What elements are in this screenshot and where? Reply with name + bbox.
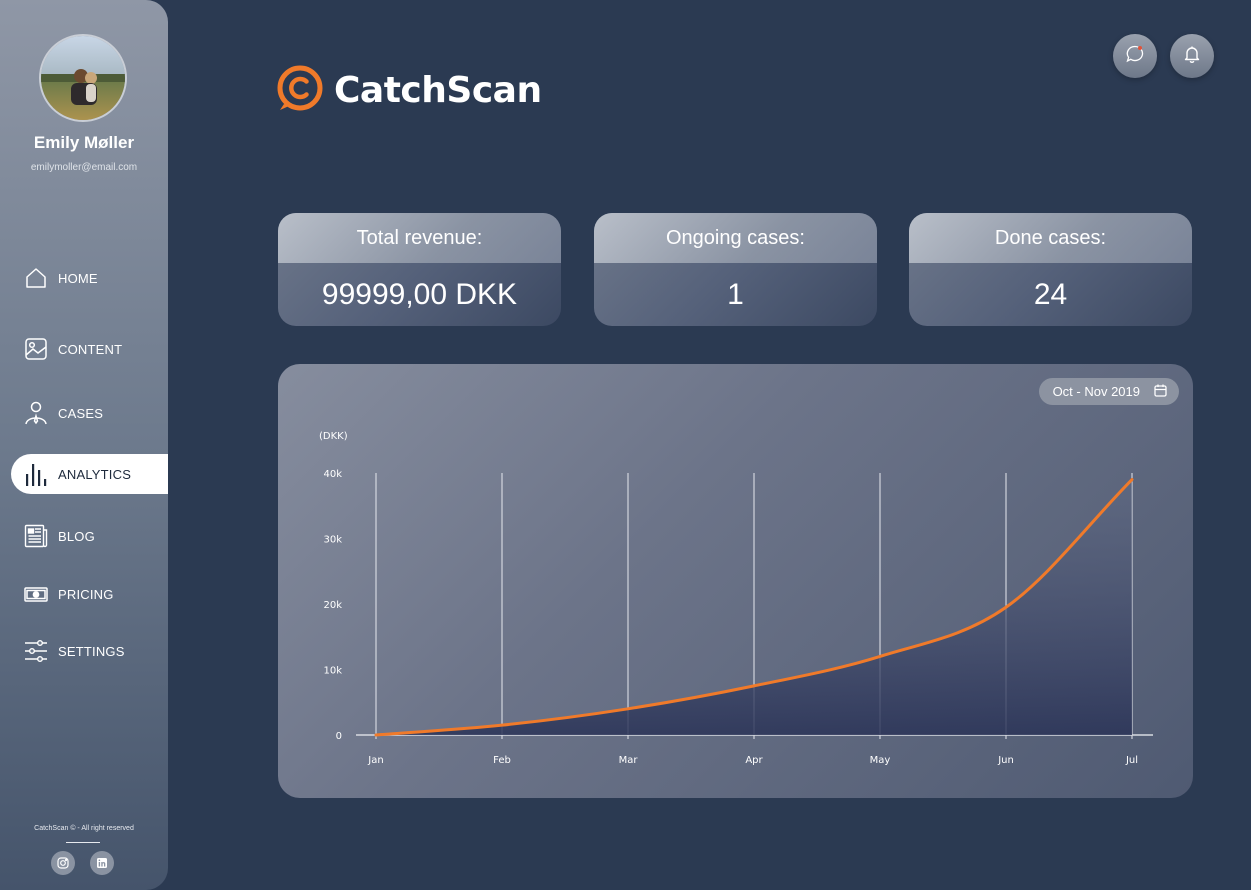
y-tick-label: 40k — [323, 469, 342, 480]
sidebar-item-label: HOME — [58, 270, 98, 286]
user-name: Emily Møller — [33, 133, 135, 152]
stat-card-total-revenue: Total revenue: 99999,00 DKK — [278, 213, 561, 326]
x-tick-label: Feb — [493, 755, 511, 766]
stat-card-ongoing-cases: Ongoing cases: 1 — [594, 213, 877, 326]
avatar-photo — [41, 36, 125, 120]
revenue-chart-panel: (DKK) 0 10k 20k 30k 40k Jan Feb Mar Apr May Jun Jul … — [278, 364, 1193, 798]
sliders-icon — [24, 639, 48, 663]
messages-button[interactable] — [1113, 34, 1157, 78]
stat-label: Ongoing cases: — [594, 213, 877, 263]
sidebar-item-label: ANALYTICS — [58, 466, 132, 482]
x-tick-label: May — [870, 755, 891, 766]
y-tick-label: 20k — [323, 600, 342, 611]
chat-bubble-icon — [1125, 44, 1145, 69]
y-tick-label: 30k — [323, 535, 342, 546]
y-tick-label: 10k — [323, 666, 342, 677]
banknote-icon — [24, 582, 48, 606]
logo-text: CatchScan — [334, 70, 542, 111]
y-tick-label: 0 — [336, 731, 342, 742]
sidebar-item-pricing[interactable]: PRICING — [11, 574, 168, 614]
instagram-icon[interactable] — [51, 851, 75, 875]
sidebar-item-label: PRICING — [58, 586, 114, 602]
bar-chart-icon — [24, 462, 48, 486]
x-tick-label: Jul — [1125, 755, 1138, 766]
sidebar-item-label: CASES — [58, 405, 104, 421]
calendar-icon — [1154, 384, 1167, 400]
bell-icon — [1182, 44, 1202, 69]
sidebar-item-label: SETTINGS — [58, 643, 125, 659]
stat-label: Total revenue: — [278, 213, 561, 263]
x-tick-label: Jan — [367, 755, 383, 766]
date-range-label: Oct - Nov 2019 — [1052, 384, 1140, 399]
sidebar-item-cases[interactable]: CASES — [11, 393, 168, 433]
sidebar-item-blog[interactable]: BLOG — [11, 516, 168, 556]
person-icon — [24, 401, 48, 425]
stat-value: 1 — [727, 277, 744, 311]
stat-card-done-cases: Done cases: 24 — [909, 213, 1192, 326]
sidebar-item-content[interactable]: CONTENT — [11, 329, 168, 369]
x-tick-label: Jun — [997, 755, 1014, 766]
sidebar-item-label: BLOG — [58, 528, 95, 544]
footer-divider — [66, 842, 100, 843]
sidebar-item-home[interactable]: HOME — [11, 258, 168, 298]
copyright-text: CatchScan © - All right reserved — [34, 825, 134, 832]
notifications-button[interactable] — [1170, 34, 1214, 78]
y-axis-label: (DKK) — [319, 431, 348, 442]
stat-label: Done cases: — [909, 213, 1192, 263]
x-tick-label: Mar — [619, 755, 639, 766]
catchscan-logo-icon — [276, 64, 324, 117]
sidebar-item-label: CONTENT — [58, 341, 123, 357]
stat-value: 99999,00 DKK — [321, 277, 518, 311]
app-logo[interactable]: CatchScan — [276, 64, 542, 117]
image-icon — [24, 337, 48, 361]
home-icon — [24, 266, 48, 290]
stat-value: 24 — [1033, 277, 1068, 311]
sidebar-item-settings[interactable]: SETTINGS — [11, 631, 168, 671]
linkedin-icon[interactable] — [90, 851, 114, 875]
newspaper-icon — [24, 524, 48, 548]
x-tick-label: Apr — [745, 755, 763, 766]
sidebar-item-analytics[interactable]: ANALYTICS — [11, 454, 168, 494]
date-range-picker[interactable]: Oct - Nov 2019 — [1038, 378, 1179, 405]
avatar[interactable] — [39, 34, 127, 122]
user-email: emilymoller@email.com — [30, 162, 138, 173]
sidebar: Emily Møller emilymoller@email.com HOME … — [0, 0, 168, 890]
revenue-chart: (DKK) 0 10k 20k 30k 40k Jan Feb Mar Apr May Jun Jul — [319, 431, 1153, 766]
